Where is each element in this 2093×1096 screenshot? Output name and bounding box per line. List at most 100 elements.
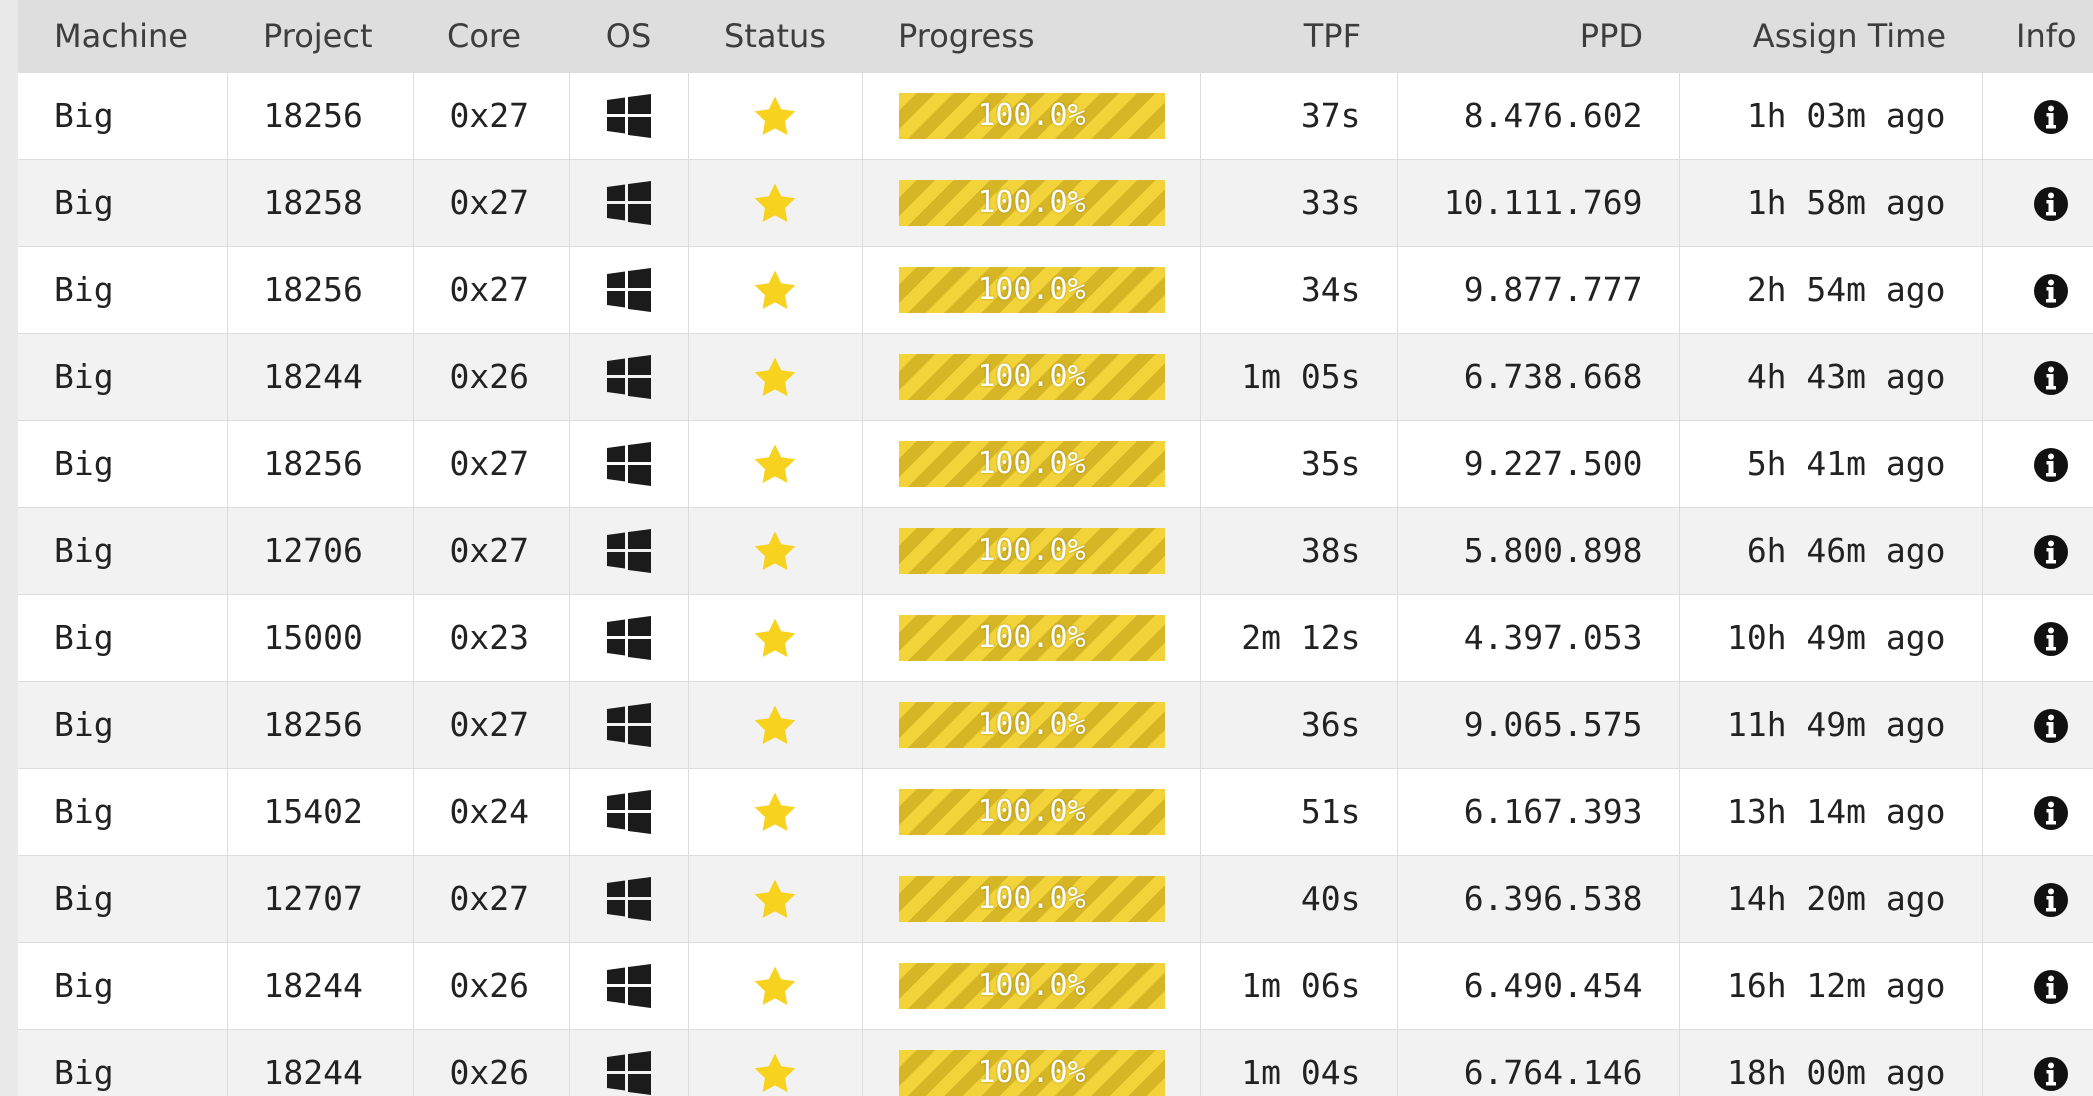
table-row[interactable]: Big 18258 0x27 100.0% 33s 10.111.769 1h … <box>18 158 2093 247</box>
table-row[interactable]: Big 18256 0x27 100.0% 34s 9.877.777 2h 5… <box>18 245 2093 334</box>
windows-icon <box>606 1050 651 1095</box>
column-header-info[interactable]: Info <box>1982 0 2093 72</box>
core-cell: 0x24 <box>412 767 570 856</box>
info-icon[interactable] <box>2033 186 2069 222</box>
project-cell: 12706 <box>226 506 414 595</box>
info-icon[interactable] <box>2033 621 2069 657</box>
info-cell[interactable] <box>1981 245 2093 334</box>
machine-cell: Big <box>18 419 228 508</box>
info-cell[interactable] <box>1981 593 2093 682</box>
info-icon[interactable] <box>2033 360 2069 396</box>
assign-time-cell: 13h 14m ago <box>1678 767 1983 856</box>
project-cell: 18256 <box>226 245 414 334</box>
info-icon[interactable] <box>2033 882 2069 918</box>
progress-bar: 100.0% <box>898 701 1165 748</box>
project-cell: 18244 <box>226 1028 414 1096</box>
table-row[interactable]: Big 12707 0x27 100.0% 40s 6.396.538 14h … <box>18 854 2093 943</box>
info-icon[interactable] <box>2033 795 2069 831</box>
work-unit-table-container[interactable]: Machine Project Core OS Status Progress … <box>18 0 2093 1096</box>
ppd-cell: 8.476.602 <box>1396 71 1680 160</box>
progress-cell: 100.0% <box>861 158 1201 247</box>
table-row[interactable]: Big 15402 0x24 100.0% 51s 6.167.393 13h … <box>18 767 2093 856</box>
info-cell[interactable] <box>1981 71 2093 160</box>
star-icon <box>754 618 796 657</box>
progress-bar: 100.0% <box>898 962 1165 1009</box>
machine-cell: Big <box>18 506 228 595</box>
status-cell <box>687 941 863 1030</box>
machine-cell: Big <box>18 1028 228 1096</box>
star-icon <box>754 270 796 309</box>
machine-cell: Big <box>18 941 228 1030</box>
windows-icon <box>606 789 651 834</box>
table-row[interactable]: Big 18244 0x26 100.0% 1m 05s 6.738.668 4… <box>18 332 2093 421</box>
core-cell: 0x23 <box>412 593 570 682</box>
column-header-core[interactable]: Core <box>413 0 569 72</box>
info-cell[interactable] <box>1981 680 2093 769</box>
windows-icon <box>606 963 651 1008</box>
info-cell[interactable] <box>1981 854 2093 943</box>
machine-cell: Big <box>18 854 228 943</box>
tpf-cell: 2m 12s <box>1199 593 1398 682</box>
info-icon[interactable] <box>2033 447 2069 483</box>
info-cell[interactable] <box>1981 941 2093 1030</box>
project-cell: 18256 <box>226 680 414 769</box>
table-row[interactable]: Big 18256 0x27 100.0% 35s 9.227.500 5h 4… <box>18 419 2093 508</box>
table-row[interactable]: Big 18256 0x27 100.0% 36s 9.065.575 11h … <box>18 680 2093 769</box>
progress-bar: 100.0% <box>898 266 1165 313</box>
star-icon <box>754 444 796 483</box>
ppd-cell: 6.396.538 <box>1396 854 1680 943</box>
star-icon <box>754 792 796 831</box>
progress-bar: 100.0% <box>898 788 1165 835</box>
info-icon[interactable] <box>2033 273 2069 309</box>
ppd-cell: 6.764.146 <box>1396 1028 1680 1096</box>
os-cell <box>568 1028 689 1096</box>
progress-cell: 100.0% <box>861 419 1201 508</box>
windows-icon <box>606 528 651 573</box>
assign-time-cell: 4h 43m ago <box>1678 332 1983 421</box>
ppd-cell: 6.167.393 <box>1396 767 1680 856</box>
progress-cell: 100.0% <box>861 1028 1201 1096</box>
info-cell[interactable] <box>1981 1028 2093 1096</box>
table-row[interactable]: Big 15000 0x23 100.0% 2m 12s 4.397.053 1… <box>18 593 2093 682</box>
info-cell[interactable] <box>1981 419 2093 508</box>
star-icon <box>754 183 796 222</box>
info-icon[interactable] <box>2033 708 2069 744</box>
column-header-ppd[interactable]: PPD <box>1397 0 1679 72</box>
assign-time-cell: 5h 41m ago <box>1678 419 1983 508</box>
info-icon[interactable] <box>2033 99 2069 135</box>
table-row[interactable]: Big 18244 0x26 100.0% 1m 04s 6.764.146 1… <box>18 1028 2093 1096</box>
column-header-status[interactable]: Status <box>688 0 862 72</box>
table-header: Machine Project Core OS Status Progress … <box>18 0 2093 72</box>
ppd-cell: 9.065.575 <box>1396 680 1680 769</box>
column-header-assign-time[interactable]: Assign Time <box>1679 0 1982 72</box>
column-header-os[interactable]: OS <box>569 0 688 72</box>
column-header-tpf[interactable]: TPF <box>1200 0 1397 72</box>
progress-bar: 100.0% <box>898 92 1165 139</box>
info-icon[interactable] <box>2033 1056 2069 1092</box>
table-body: Big 18256 0x27 100.0% 37s 8.476.602 1h 0… <box>18 71 2093 1096</box>
assign-time-cell: 14h 20m ago <box>1678 854 1983 943</box>
column-header-machine[interactable]: Machine <box>18 0 227 72</box>
info-cell[interactable] <box>1981 767 2093 856</box>
assign-time-cell: 1h 03m ago <box>1678 71 1983 160</box>
status-cell <box>687 71 863 160</box>
info-cell[interactable] <box>1981 506 2093 595</box>
info-cell[interactable] <box>1981 158 2093 247</box>
info-cell[interactable] <box>1981 332 2093 421</box>
windows-icon <box>606 354 651 399</box>
table-row[interactable]: Big 18244 0x26 100.0% 1m 06s 6.490.454 1… <box>18 941 2093 1030</box>
tpf-cell: 51s <box>1199 767 1398 856</box>
star-icon <box>754 96 796 135</box>
info-icon[interactable] <box>2033 534 2069 570</box>
windows-icon <box>606 441 651 486</box>
table-row[interactable]: Big 18256 0x27 100.0% 37s 8.476.602 1h 0… <box>18 71 2093 160</box>
core-cell: 0x27 <box>412 506 570 595</box>
machine-cell: Big <box>18 680 228 769</box>
project-cell: 12707 <box>226 854 414 943</box>
info-icon[interactable] <box>2033 969 2069 1005</box>
core-cell: 0x27 <box>412 245 570 334</box>
column-header-progress[interactable]: Progress <box>862 0 1200 72</box>
table-row[interactable]: Big 12706 0x27 100.0% 38s 5.800.898 6h 4… <box>18 506 2093 595</box>
column-header-project[interactable]: Project <box>227 0 413 72</box>
core-cell: 0x26 <box>412 332 570 421</box>
